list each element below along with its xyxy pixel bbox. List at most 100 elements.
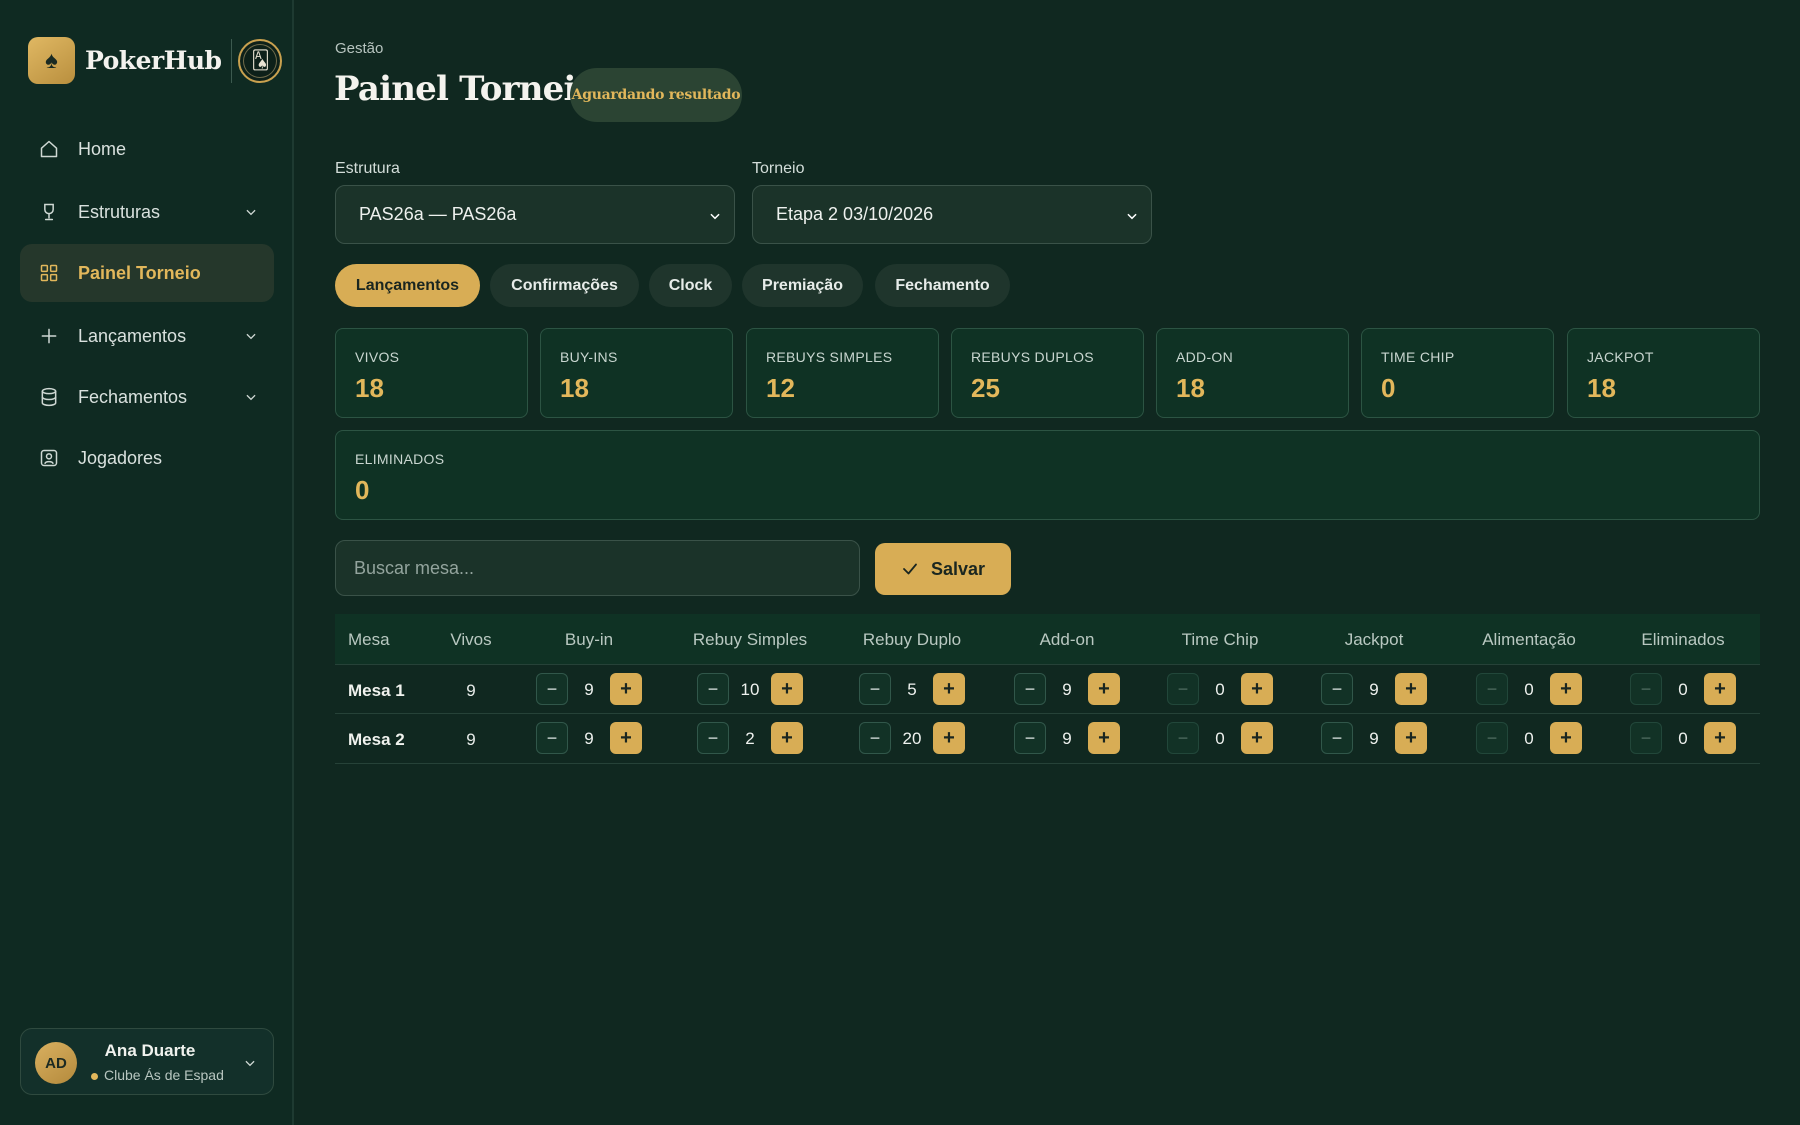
increment-button[interactable]: + [933,673,965,705]
rebuy-duplo-stepper: −5 + [859,673,965,705]
decrement-button[interactable]: − [1630,673,1662,705]
decrement-button[interactable]: − [859,722,891,754]
decrement-button[interactable]: − [1476,673,1508,705]
sidebar-item-fechamentos[interactable]: Fechamentos [20,368,274,426]
stat-value: 18 [560,373,589,403]
torneio-select[interactable]: Etapa 2 03/10/2026 [752,185,1152,244]
increment-button[interactable]: + [1704,673,1736,705]
stat-eliminados: ELIMINADOS 0 [335,430,1760,520]
mesa-name: Mesa 1 [348,681,405,700]
stat-rebuys-duplos: REBUYS DUPLOS 25 [951,328,1144,418]
sidebar-item-home[interactable]: Home [20,120,274,178]
increment-button[interactable]: + [1550,673,1582,705]
stat-vivos: VIVOS 18 [335,328,528,418]
stat-label: ADD-ON [1176,349,1234,365]
stat-value: 18 [1587,373,1616,403]
page-title: Painel Torneio [334,69,598,109]
eliminados-value: 0 [1678,729,1688,748]
column-header: Add-on [1039,630,1095,649]
increment-button[interactable]: + [1395,673,1427,705]
alimentacao-value: 0 [1524,680,1534,699]
decrement-button[interactable]: − [536,673,568,705]
alimentacao-stepper: −0 + [1476,722,1582,754]
increment-button[interactable]: + [771,722,803,754]
increment-button[interactable]: + [771,673,803,705]
stat-label: REBUYS DUPLOS [971,349,1094,365]
stat-add-on: ADD-ON 18 [1156,328,1349,418]
increment-button[interactable]: + [1241,673,1273,705]
time-chip-stepper: −0 + [1167,722,1273,754]
brand[interactable]: ♠ PokerHub 🂡 [28,37,283,84]
table-header: Mesa Vivos Buy-in Rebuy Simples Rebuy Du… [335,614,1760,664]
tab-clock[interactable]: Clock [649,264,732,307]
decrement-button[interactable]: − [1321,722,1353,754]
increment-button[interactable]: + [1704,722,1736,754]
stat-label: REBUYS SIMPLES [766,349,893,365]
alimentacao-value: 0 [1524,729,1534,748]
sidebar-item-label: Home [78,138,127,159]
mesa-name: Mesa 2 [348,730,405,749]
increment-button[interactable]: + [610,673,642,705]
sidebar-item-label: Lançamentos [78,325,187,346]
stat-label: ELIMINADOS [355,451,445,467]
decrement-button[interactable]: − [536,722,568,754]
column-header: Time Chip [1181,630,1259,649]
sidebar-item-painel-torneio[interactable]: Painel Torneio [20,244,274,302]
add-on-stepper: −9 + [1014,673,1120,705]
increment-button[interactable]: + [1088,673,1120,705]
search-input[interactable] [335,540,860,596]
decrement-button[interactable]: − [697,722,729,754]
decrement-button[interactable]: − [697,673,729,705]
check-icon [901,560,919,578]
decrement-button[interactable]: − [1167,722,1199,754]
tab-confirmacoes[interactable]: Confirmações [490,264,639,307]
home-icon [38,138,60,160]
vivos-value: 9 [466,681,476,700]
decrement-button[interactable]: − [1476,722,1508,754]
stat-jackpot: JACKPOT 18 [1567,328,1760,418]
user-menu[interactable]: AD Ana Duarte Clube Ás de Espad [20,1028,274,1095]
increment-button[interactable]: + [1088,722,1120,754]
sidebar-item-lancamentos[interactable]: Lançamentos [20,307,274,365]
decrement-button[interactable]: − [1014,673,1046,705]
decrement-button[interactable]: − [1630,722,1662,754]
stat-value: 0 [355,475,370,505]
increment-button[interactable]: + [610,722,642,754]
club-seal-icon: 🂡 [238,38,283,83]
increment-button[interactable]: + [933,722,965,754]
decrement-button[interactable]: − [1167,673,1199,705]
increment-button[interactable]: + [1241,722,1273,754]
sidebar-item-estruturas[interactable]: Estruturas [20,183,274,241]
estrutura-value: PAS26a — PAS26a [359,204,517,224]
contact-icon [38,447,60,469]
tab-lancamentos[interactable]: Lançamentos [335,264,480,307]
rebuy-duplo-stepper: −20 + [859,722,965,754]
torneio-value: Etapa 2 03/10/2026 [776,204,934,224]
plus-icon [38,325,60,347]
decrement-button[interactable]: − [859,673,891,705]
increment-button[interactable]: + [1395,722,1427,754]
tab-premiacao[interactable]: Premiação [742,264,863,307]
chevron-down-icon [243,1056,257,1075]
estrutura-select[interactable]: PAS26a — PAS26a [335,185,735,244]
column-header: Eliminados [1641,630,1725,649]
jackpot-value: 9 [1369,729,1379,748]
mesas-table: Mesa Vivos Buy-in Rebuy Simples Rebuy Du… [335,614,1760,764]
tab-fechamento[interactable]: Fechamento [875,264,1010,307]
increment-button[interactable]: + [1550,722,1582,754]
sidebar-item-jogadores[interactable]: Jogadores [20,429,274,487]
save-button[interactable]: Salvar [875,543,1011,595]
sidebar-item-label: Estruturas [78,201,161,222]
decrement-button[interactable]: − [1321,673,1353,705]
sidebar-item-label: Fechamentos [78,386,188,407]
eliminados-stepper: −0 + [1630,673,1736,705]
column-header: Buy-in [564,630,614,649]
stat-rebuys-simples: REBUYS SIMPLES 12 [746,328,939,418]
rebuy-duplo-value: 5 [907,680,917,699]
stat-value: 18 [1176,373,1205,403]
database-icon [38,386,60,408]
chevron-down-icon [244,388,258,409]
torneio-label: Torneio [752,160,805,177]
grid-icon [38,262,60,284]
decrement-button[interactable]: − [1014,722,1046,754]
